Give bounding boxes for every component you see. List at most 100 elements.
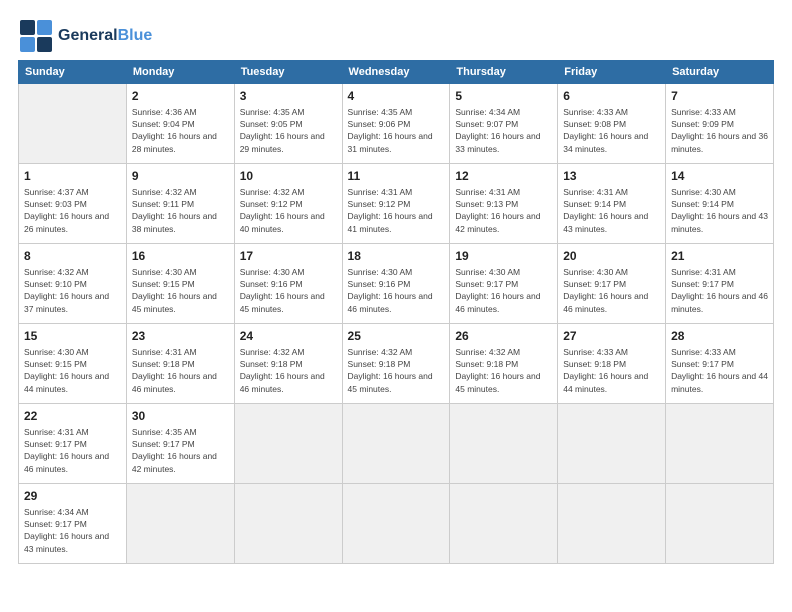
calendar-cell: 19Sunrise: 4:30 AMSunset: 9:17 PMDayligh… [450,244,558,324]
day-info: Sunrise: 4:34 AMSunset: 9:17 PMDaylight:… [24,506,121,555]
calendar-cell [666,404,774,484]
day-info: Sunrise: 4:30 AMSunset: 9:17 PMDaylight:… [563,266,660,315]
day-number: 29 [24,488,121,505]
day-number: 3 [240,88,337,105]
day-info: Sunrise: 4:31 AMSunset: 9:12 PMDaylight:… [348,186,445,235]
day-info: Sunrise: 4:35 AMSunset: 9:05 PMDaylight:… [240,106,337,155]
calendar-cell: 11Sunrise: 4:31 AMSunset: 9:12 PMDayligh… [342,164,450,244]
day-number: 6 [563,88,660,105]
day-info: Sunrise: 4:34 AMSunset: 9:07 PMDaylight:… [455,106,552,155]
calendar-cell [126,484,234,564]
day-info: Sunrise: 4:33 AMSunset: 9:08 PMDaylight:… [563,106,660,155]
day-number: 24 [240,328,337,345]
calendar-cell: 12Sunrise: 4:31 AMSunset: 9:13 PMDayligh… [450,164,558,244]
day-number: 25 [348,328,445,345]
day-info: Sunrise: 4:30 AMSunset: 9:17 PMDaylight:… [455,266,552,315]
day-number: 9 [132,168,229,185]
calendar-cell: 7Sunrise: 4:33 AMSunset: 9:09 PMDaylight… [666,84,774,164]
day-info: Sunrise: 4:31 AMSunset: 9:14 PMDaylight:… [563,186,660,235]
day-number: 2 [132,88,229,105]
day-info: Sunrise: 4:33 AMSunset: 9:18 PMDaylight:… [563,346,660,395]
day-info: Sunrise: 4:32 AMSunset: 9:12 PMDaylight:… [240,186,337,235]
calendar-cell: 13Sunrise: 4:31 AMSunset: 9:14 PMDayligh… [558,164,666,244]
day-number: 30 [132,408,229,425]
calendar-cell: 4Sunrise: 4:35 AMSunset: 9:06 PMDaylight… [342,84,450,164]
day-number: 4 [348,88,445,105]
day-info: Sunrise: 4:36 AMSunset: 9:04 PMDaylight:… [132,106,229,155]
day-info: Sunrise: 4:32 AMSunset: 9:18 PMDaylight:… [455,346,552,395]
day-number: 19 [455,248,552,265]
calendar-cell [19,84,127,164]
day-number: 5 [455,88,552,105]
day-info: Sunrise: 4:32 AMSunset: 9:18 PMDaylight:… [240,346,337,395]
day-info: Sunrise: 4:30 AMSunset: 9:16 PMDaylight:… [348,266,445,315]
calendar-week-2: 8Sunrise: 4:32 AMSunset: 9:10 PMDaylight… [19,244,774,324]
calendar-cell: 1Sunrise: 4:37 AMSunset: 9:03 PMDaylight… [19,164,127,244]
calendar-cell: 29Sunrise: 4:34 AMSunset: 9:17 PMDayligh… [19,484,127,564]
day-number: 12 [455,168,552,185]
calendar-cell [234,484,342,564]
calendar-cell: 18Sunrise: 4:30 AMSunset: 9:16 PMDayligh… [342,244,450,324]
calendar-cell [666,484,774,564]
day-number: 13 [563,168,660,185]
day-info: Sunrise: 4:31 AMSunset: 9:17 PMDaylight:… [24,426,121,475]
day-header-tuesday: Tuesday [234,61,342,84]
day-number: 28 [671,328,768,345]
day-info: Sunrise: 4:31 AMSunset: 9:17 PMDaylight:… [671,266,768,315]
day-number: 16 [132,248,229,265]
calendar-cell: 24Sunrise: 4:32 AMSunset: 9:18 PMDayligh… [234,324,342,404]
day-header-sunday: Sunday [19,61,127,84]
calendar-cell: 22Sunrise: 4:31 AMSunset: 9:17 PMDayligh… [19,404,127,484]
calendar-cell: 23Sunrise: 4:31 AMSunset: 9:18 PMDayligh… [126,324,234,404]
day-info: Sunrise: 4:33 AMSunset: 9:09 PMDaylight:… [671,106,768,155]
calendar-cell: 5Sunrise: 4:34 AMSunset: 9:07 PMDaylight… [450,84,558,164]
calendar-cell [450,404,558,484]
calendar-cell: 14Sunrise: 4:30 AMSunset: 9:14 PMDayligh… [666,164,774,244]
calendar-cell: 27Sunrise: 4:33 AMSunset: 9:18 PMDayligh… [558,324,666,404]
logo-icon [18,18,54,54]
calendar-cell: 17Sunrise: 4:30 AMSunset: 9:16 PMDayligh… [234,244,342,324]
day-number: 20 [563,248,660,265]
calendar-cell: 21Sunrise: 4:31 AMSunset: 9:17 PMDayligh… [666,244,774,324]
calendar-body: 2Sunrise: 4:36 AMSunset: 9:04 PMDaylight… [19,84,774,564]
day-info: Sunrise: 4:31 AMSunset: 9:13 PMDaylight:… [455,186,552,235]
calendar-cell: 6Sunrise: 4:33 AMSunset: 9:08 PMDaylight… [558,84,666,164]
calendar-cell: 15Sunrise: 4:30 AMSunset: 9:15 PMDayligh… [19,324,127,404]
day-header-friday: Friday [558,61,666,84]
calendar-cell: 16Sunrise: 4:30 AMSunset: 9:15 PMDayligh… [126,244,234,324]
calendar-cell: 10Sunrise: 4:32 AMSunset: 9:12 PMDayligh… [234,164,342,244]
logo-blue-text: Blue [118,27,153,44]
days-header-row: SundayMondayTuesdayWednesdayThursdayFrid… [19,61,774,84]
day-number: 11 [348,168,445,185]
day-info: Sunrise: 4:30 AMSunset: 9:15 PMDaylight:… [24,346,121,395]
day-info: Sunrise: 4:30 AMSunset: 9:15 PMDaylight:… [132,266,229,315]
logo: GeneralBlue [18,18,152,54]
day-info: Sunrise: 4:35 AMSunset: 9:17 PMDaylight:… [132,426,229,475]
calendar-cell [234,404,342,484]
calendar-week-5: 29Sunrise: 4:34 AMSunset: 9:17 PMDayligh… [19,484,774,564]
day-number: 10 [240,168,337,185]
day-number: 8 [24,248,121,265]
day-header-monday: Monday [126,61,234,84]
day-info: Sunrise: 4:35 AMSunset: 9:06 PMDaylight:… [348,106,445,155]
day-header-wednesday: Wednesday [342,61,450,84]
calendar-week-0: 2Sunrise: 4:36 AMSunset: 9:04 PMDaylight… [19,84,774,164]
calendar-cell [558,484,666,564]
calendar-cell [342,484,450,564]
day-number: 27 [563,328,660,345]
calendar-cell: 2Sunrise: 4:36 AMSunset: 9:04 PMDaylight… [126,84,234,164]
calendar-cell [342,404,450,484]
calendar-cell: 9Sunrise: 4:32 AMSunset: 9:11 PMDaylight… [126,164,234,244]
calendar-cell: 20Sunrise: 4:30 AMSunset: 9:17 PMDayligh… [558,244,666,324]
day-number: 18 [348,248,445,265]
logo-general: General [58,27,118,44]
calendar-cell [450,484,558,564]
day-number: 23 [132,328,229,345]
day-header-saturday: Saturday [666,61,774,84]
day-header-thursday: Thursday [450,61,558,84]
calendar-week-3: 15Sunrise: 4:30 AMSunset: 9:15 PMDayligh… [19,324,774,404]
day-number: 22 [24,408,121,425]
day-number: 26 [455,328,552,345]
day-info: Sunrise: 4:31 AMSunset: 9:18 PMDaylight:… [132,346,229,395]
calendar-week-4: 22Sunrise: 4:31 AMSunset: 9:17 PMDayligh… [19,404,774,484]
